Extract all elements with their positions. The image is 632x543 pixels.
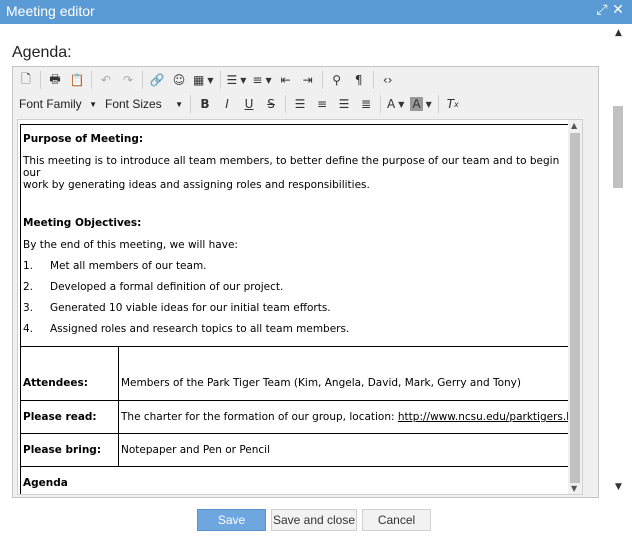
outdent-icon[interactable]: ⇤ — [275, 69, 297, 91]
print-icon[interactable]: 🖶 — [44, 69, 66, 91]
toolbar-separator — [372, 71, 374, 89]
attendees-label: Attendees: — [21, 347, 119, 400]
purpose-heading: Purpose of Meeting: — [23, 133, 144, 145]
attendees-value: Members of the Park Tiger Team (Kim, Ang… — [121, 377, 521, 389]
save-button[interactable]: Save — [197, 509, 266, 531]
redo-icon[interactable]: ↷ — [117, 69, 139, 91]
scroll-up-icon[interactable]: ▲ — [615, 28, 622, 38]
font-family-label: Font Family — [19, 97, 82, 111]
intro-cell: Purpose of Meeting: This meeting is to i… — [21, 125, 573, 347]
background-color-icon[interactable]: A ▼ — [407, 93, 434, 115]
table-icon[interactable]: ▦ ▼ — [190, 69, 217, 91]
font-size-label: Font Sizes — [105, 97, 162, 111]
bold-icon[interactable]: B — [194, 93, 216, 115]
agenda-heading: Agenda — [23, 477, 68, 489]
please-read-label: Please read: — [21, 401, 119, 433]
purpose-text-1: This meeting is to introduce all team me… — [23, 155, 560, 179]
indent-icon[interactable]: ⇥ — [297, 69, 319, 91]
please-bring-label: Please bring: — [21, 434, 119, 466]
toolbar-separator — [190, 95, 191, 113]
table-row: Attendees: Members of the Park Tiger Tea… — [21, 347, 573, 401]
font-size-select[interactable]: Font Sizes ▼ — [101, 93, 187, 115]
save-and-close-button[interactable]: Save and close — [271, 509, 357, 531]
rich-text-editor: 🗋 🖶 📋 ↶ ↷ 🔗 ☺ ▦ ▼ ☰ ▼ ≡ ▼ ⇤ ⇥ ⚲ ¶ ‹› Font F… — [12, 66, 599, 498]
editor-scroll-thumb[interactable] — [570, 133, 580, 483]
list-item: 1. Met all members of our team. — [23, 260, 207, 272]
source-code-icon[interactable]: ‹› — [377, 69, 399, 91]
editor-scrollbar[interactable]: ▲ ▼ — [568, 120, 582, 494]
emoticon-icon[interactable]: ☺ — [168, 69, 190, 91]
toolbar-row-2: Font Family ▼ Font Sizes ▼ B I U S ☰ ≡ ☰ ≣… — [15, 92, 464, 116]
undo-icon[interactable]: ↶ — [95, 69, 117, 91]
list-item: 3. Generated 10 viable ideas for our init… — [23, 302, 331, 314]
table-row: Please read: The charter for the formati… — [21, 401, 573, 434]
agenda-field-label: Agenda: — [12, 44, 72, 61]
clear-formatting-icon[interactable]: Tx — [442, 93, 464, 115]
pilcrow-icon[interactable]: ¶ — [348, 69, 370, 91]
toolbar-separator — [285, 95, 286, 113]
new-document-icon[interactable]: 🗋 — [15, 69, 37, 91]
table-row: Please bring: Notepaper and Pen or Penci… — [21, 434, 573, 467]
editor-content-area[interactable]: Purpose of Meeting: This meeting is to i… — [17, 119, 583, 495]
toolbar-separator — [219, 71, 221, 89]
toolbar-separator — [40, 71, 41, 89]
dialog-footer: Save Save and close Cancel — [0, 498, 632, 543]
please-read-value: The charter for the formation of our gro… — [121, 411, 395, 423]
scroll-down-icon[interactable]: ▼ — [571, 484, 577, 493]
list-item: 4. Assigned roles and research topics to … — [23, 323, 350, 335]
dialog-scroll-thumb[interactable] — [613, 106, 623, 188]
agenda-table: Purpose of Meeting: This meeting is to i… — [20, 124, 574, 494]
objectives-intro: By the end of this meeting, we will have… — [23, 239, 238, 251]
link-icon[interactable]: 🔗 — [146, 69, 168, 91]
numbered-list-icon[interactable]: ≡ ▼ — [249, 69, 274, 91]
strikethrough-icon[interactable]: S — [260, 93, 282, 115]
toolbar-separator — [91, 71, 92, 89]
purpose-text-2: work by generating ideas and assigning r… — [23, 179, 370, 191]
objectives-heading: Meeting Objectives: — [23, 217, 142, 229]
underline-icon[interactable]: U — [238, 93, 260, 115]
font-family-select[interactable]: Font Family ▼ — [15, 93, 101, 115]
maximize-icon[interactable]: ⤢ — [594, 2, 610, 18]
scroll-up-icon[interactable]: ▲ — [571, 121, 577, 130]
dialog-scrollbar[interactable]: ▲ ▼ — [606, 24, 632, 498]
chevron-down-icon: ▼ — [175, 99, 183, 109]
toolbar-separator — [142, 71, 143, 89]
chevron-down-icon: ▼ — [89, 99, 97, 109]
toolbar-separator — [437, 95, 439, 113]
please-bring-value: Notepaper and Pen or Pencil — [121, 444, 270, 456]
find-replace-icon[interactable]: ⚲ — [326, 69, 348, 91]
title-bar: Meeting editor ⤢ ✕ — [0, 0, 632, 24]
paste-icon[interactable]: 📋 — [66, 69, 88, 91]
scroll-down-icon[interactable]: ▼ — [615, 482, 622, 492]
text-color-icon[interactable]: A ▼ — [384, 93, 407, 115]
align-justify-icon[interactable]: ≣ — [355, 93, 377, 115]
charter-link[interactable]: http://www.ncsu.edu/parktigers.htm — [398, 411, 573, 423]
toolbar-separator — [380, 95, 381, 113]
bullet-list-icon[interactable]: ☰ ▼ — [224, 69, 250, 91]
window-title: Meeting editor — [6, 3, 95, 19]
list-item: 2. Developed a formal definition of our p… — [23, 281, 284, 293]
italic-icon[interactable]: I — [216, 93, 238, 115]
toolbar-row-1: 🗋 🖶 📋 ↶ ↷ 🔗 ☺ ▦ ▼ ☰ ▼ ≡ ▼ ⇤ ⇥ ⚲ ¶ ‹› — [15, 68, 399, 92]
align-right-icon[interactable]: ☰ — [333, 93, 355, 115]
cancel-button[interactable]: Cancel — [362, 509, 431, 531]
align-center-icon[interactable]: ≡ — [311, 93, 333, 115]
align-left-icon[interactable]: ☰ — [289, 93, 311, 115]
toolbar-separator — [321, 71, 323, 89]
close-icon[interactable]: ✕ — [610, 2, 626, 18]
